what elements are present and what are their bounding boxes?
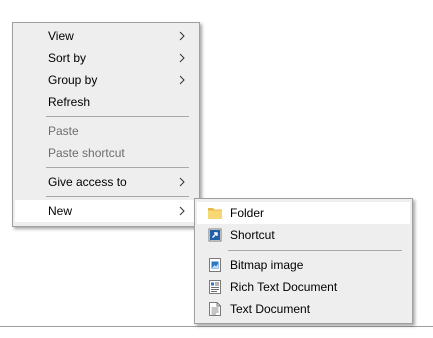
shortcut-icon	[208, 228, 222, 242]
submenu-item-rich-text-document[interactable]: Rich Text Document	[197, 276, 410, 298]
menu-item-group-by[interactable]: Group by	[15, 69, 197, 91]
menu-item-paste-shortcut: Paste shortcut	[15, 142, 197, 164]
submenu-item-label: Bitmap image	[230, 258, 304, 272]
menu-item-label: Refresh	[48, 95, 91, 109]
menu-item-label: Group by	[48, 73, 98, 87]
submenu-item-shortcut[interactable]: Shortcut	[197, 224, 410, 246]
chevron-right-icon	[179, 75, 185, 85]
menu-item-give-access-to[interactable]: Give access to	[15, 171, 197, 193]
chevron-right-icon	[179, 31, 185, 41]
rich-text-document-icon	[209, 280, 221, 294]
desktop-context-menu: View Sort by Group by Refresh Paste Past…	[12, 22, 200, 227]
menu-item-paste: Paste	[15, 120, 197, 142]
chevron-right-icon	[179, 206, 185, 216]
desktop-divider	[0, 326, 433, 327]
new-submenu: Folder Shortcut Bitmap image Rich Text D…	[194, 198, 413, 324]
menu-separator	[46, 167, 189, 168]
menu-item-label: Paste	[48, 124, 79, 138]
menu-item-label: View	[48, 29, 74, 43]
submenu-item-label: Rich Text Document	[230, 280, 338, 294]
menu-item-label: Paste shortcut	[48, 146, 125, 160]
submenu-item-label: Shortcut	[230, 228, 275, 242]
menu-item-view[interactable]: View	[15, 25, 197, 47]
menu-separator	[46, 196, 189, 197]
chevron-right-icon	[179, 53, 185, 63]
menu-item-new[interactable]: New	[15, 200, 197, 222]
menu-item-label: Sort by	[48, 51, 87, 65]
submenu-item-bitmap-image[interactable]: Bitmap image	[197, 254, 410, 276]
menu-item-label: New	[48, 204, 73, 218]
menu-item-refresh[interactable]: Refresh	[15, 91, 197, 113]
bitmap-image-icon	[209, 258, 221, 272]
text-document-icon	[209, 302, 221, 316]
submenu-separator	[228, 250, 402, 251]
submenu-item-folder[interactable]: Folder	[197, 202, 410, 224]
menu-item-label: Give access to	[48, 175, 127, 189]
chevron-right-icon	[179, 177, 185, 187]
submenu-item-label: Folder	[230, 206, 265, 220]
submenu-item-text-document[interactable]: Text Document	[197, 298, 410, 320]
menu-item-sort-by[interactable]: Sort by	[15, 47, 197, 69]
submenu-item-label: Text Document	[230, 302, 311, 316]
menu-separator	[46, 116, 189, 117]
folder-icon	[208, 208, 222, 219]
